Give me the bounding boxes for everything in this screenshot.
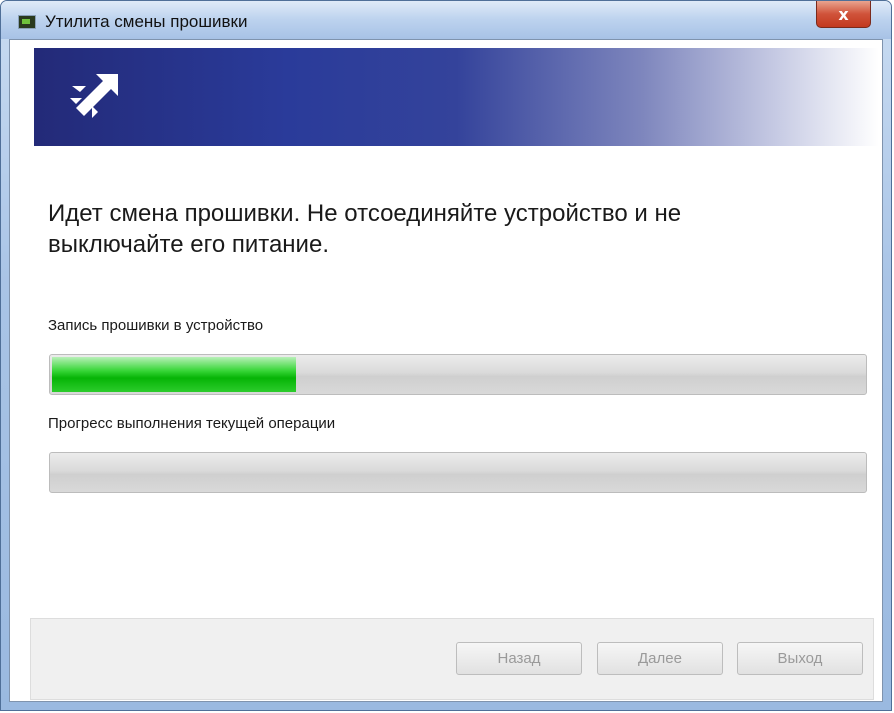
current-operation-label: Прогресс выполнения текущей операции	[48, 415, 336, 432]
firmware-write-progress-fill	[52, 357, 296, 392]
status-heading: Идет смена прошивки. Не отсоединяйте уст…	[48, 200, 682, 258]
app-icon	[18, 15, 36, 29]
dialog-body: Идет смена прошивки. Не отсоединяйте уст…	[9, 39, 883, 702]
button-footer: Назад Далее Выход	[30, 618, 874, 700]
exit-button[interactable]: Выход	[737, 642, 863, 675]
arrow-logo-icon	[70, 74, 118, 118]
close-button[interactable]: x	[816, 1, 871, 28]
next-button[interactable]: Далее	[597, 642, 723, 675]
current-operation-progress-bar	[49, 452, 867, 493]
firmware-write-label: Запись прошивки в устройство	[48, 317, 264, 334]
back-button[interactable]: Назад	[456, 642, 582, 675]
header-banner	[34, 48, 879, 146]
window-title: Утилита смены прошивки	[45, 12, 248, 31]
close-icon: x	[838, 4, 849, 24]
firmware-write-progress-bar	[49, 354, 867, 395]
title-bar[interactable]: Утилита смены прошивки x	[1, 1, 891, 39]
app-window: Утилита смены прошивки x Идет смена прош…	[0, 0, 892, 711]
